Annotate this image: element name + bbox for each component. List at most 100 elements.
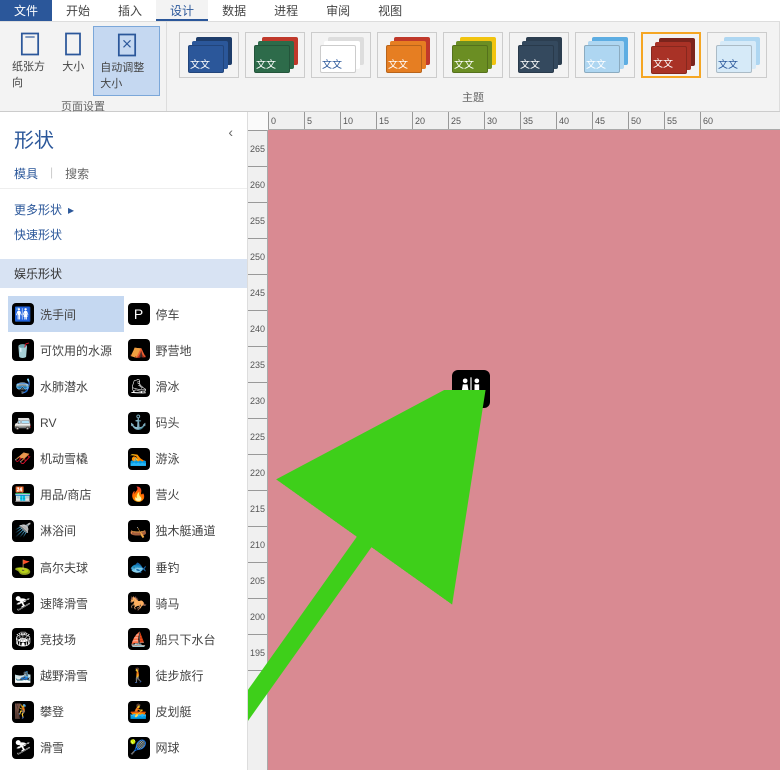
size-label: 大小 [62, 58, 84, 74]
shape-icon: 🏪 [12, 484, 34, 506]
shape-icon: 🛶 [128, 520, 150, 542]
quick-shapes-link[interactable]: 快速形状 [14, 222, 233, 247]
theme-item-2[interactable]: 文文 [311, 32, 371, 78]
drawing-canvas[interactable] [268, 130, 780, 770]
ruler-vertical: 2652602552502452402352302252202152102052… [248, 130, 268, 770]
orientation-button[interactable]: 纸张方向 [6, 26, 53, 94]
shape-label: 码头 [156, 414, 180, 431]
shape-item-19[interactable]: ⛵船只下水台 [124, 621, 240, 657]
theme-item-7[interactable]: 文文 [641, 32, 701, 78]
shape-item-0[interactable]: 🚻洗手间 [8, 296, 124, 332]
shape-item-10[interactable]: 🏪用品/商店 [8, 477, 124, 513]
ruler-h-tick: 60 [700, 112, 736, 129]
shapes-panel: 形状 ‹ 模具 | 搜索 更多形状 ▸ 快速形状 娱乐形状 🚻洗手间P停车🥤可饮… [0, 112, 248, 770]
tab-insert[interactable]: 插入 [104, 0, 156, 21]
shape-label: 皮划艇 [156, 703, 192, 720]
shape-item-25[interactable]: 🎾网球 [124, 730, 240, 766]
tab-review[interactable]: 审阅 [312, 0, 364, 21]
shape-item-15[interactable]: 🐟垂钓 [124, 549, 240, 585]
shape-item-18[interactable]: 🏟竞技场 [8, 621, 124, 657]
shape-item-23[interactable]: 🚣 皮划艇 [124, 694, 240, 730]
shape-item-3[interactable]: ⛺野营地 [124, 332, 240, 368]
theme-item-5[interactable]: 文文 [509, 32, 569, 78]
theme-item-6[interactable]: 文文 [575, 32, 635, 78]
shape-item-1[interactable]: P停车 [124, 296, 240, 332]
shape-label: 徒步旅行 [156, 667, 204, 684]
ruler-v-tick: 260 [248, 166, 267, 202]
shape-item-4[interactable]: 🤿 水肺潜水 [8, 368, 124, 404]
shape-icon: 🚣 [128, 701, 150, 723]
shape-item-16[interactable]: ⛷速降滑雪 [8, 585, 124, 621]
shape-item-21[interactable]: 🚶徒步旅行 [124, 658, 240, 694]
shape-item-5[interactable]: ⛸滑冰 [124, 368, 240, 404]
shape-grid: 🚻洗手间P停车🥤可饮用的水源⛺野营地 🤿 水肺潜水 ⛸滑冰🚐RV⚓码头🛷机动雪橇🏊游泳… [0, 292, 247, 770]
tab-file[interactable]: 文件 [0, 0, 52, 21]
theme-item-3[interactable]: 文文 [377, 32, 437, 78]
restroom-icon [457, 375, 485, 403]
shape-icon: 🤿 [12, 375, 34, 397]
themes-label: 主题 [462, 87, 484, 107]
shape-label: 可饮用的水源 [40, 342, 112, 359]
shape-item-14[interactable]: ⛳ 高尔夫球 [8, 549, 124, 585]
shape-item-6[interactable]: 🚐RV [8, 404, 124, 440]
ruler-h-tick: 45 [592, 112, 628, 129]
shape-icon: 🛷 [12, 448, 34, 470]
category-header[interactable]: 娱乐形状 [0, 259, 247, 288]
chevron-right-icon: ▸ [68, 203, 74, 217]
shape-icon: 🚿 [12, 520, 34, 542]
shape-icon: 🚻 [12, 303, 34, 325]
subnav-stencils[interactable]: 模具 [14, 165, 38, 182]
shape-item-2[interactable]: 🥤可饮用的水源 [8, 332, 124, 368]
shape-item-13[interactable]: 🛶独木艇通道 [124, 513, 240, 549]
theme-item-4[interactable]: 文文 [443, 32, 503, 78]
ruler-h-tick: 25 [448, 112, 484, 129]
shape-item-20[interactable]: 🎿越野滑雪 [8, 658, 124, 694]
shape-item-12[interactable]: 🚿 淋浴间 [8, 513, 124, 549]
ruler-v-tick: 245 [248, 274, 267, 310]
ruler-v-tick: 205 [248, 562, 267, 598]
page-size-icon [59, 30, 87, 58]
subnav-search[interactable]: 搜索 [65, 165, 89, 182]
shape-icon: ⛵ [128, 628, 150, 650]
shape-label: 野营地 [156, 342, 192, 359]
shape-item-17[interactable]: 🐎骑马 [124, 585, 240, 621]
ruler-v-tick: 200 [248, 598, 267, 634]
shape-item-9[interactable]: 🏊游泳 [124, 441, 240, 477]
shape-item-11[interactable]: 🔥营火 [124, 477, 240, 513]
shape-item-24[interactable]: ⛷滑雪 [8, 730, 124, 766]
tab-process[interactable]: 进程 [260, 0, 312, 21]
theme-item-8[interactable]: 文文 [707, 32, 767, 78]
shape-icon: ⛳ [12, 556, 34, 578]
tab-data[interactable]: 数据 [208, 0, 260, 21]
tab-view[interactable]: 视图 [364, 0, 416, 21]
more-shapes-link[interactable]: 更多形状 ▸ [14, 197, 233, 222]
shape-item-22[interactable]: 🧗攀登 [8, 694, 124, 730]
ruler-h-tick: 55 [664, 112, 700, 129]
shape-label: 高尔夫球 [40, 559, 88, 576]
autofit-button[interactable]: 自动调整大小 [93, 26, 160, 96]
theme-item-0[interactable]: 文文 [179, 32, 239, 78]
shape-label: RV [40, 416, 56, 430]
shape-label: 水肺潜水 [40, 378, 88, 395]
shape-label: 网球 [156, 739, 180, 756]
collapse-icon[interactable]: ‹ [228, 124, 233, 140]
shape-item-8[interactable]: 🛷机动雪橇 [8, 441, 124, 477]
tab-design[interactable]: 设计 [156, 0, 208, 21]
shape-label: 游泳 [156, 450, 180, 467]
theme-item-1[interactable]: 文文 [245, 32, 305, 78]
tab-home[interactable]: 开始 [52, 0, 104, 21]
shape-label: 速降滑雪 [40, 595, 88, 612]
ruler-h-tick: 5 [304, 112, 340, 129]
ruler-v-tick: 190 [248, 670, 267, 706]
size-button[interactable]: 大小 [53, 26, 93, 78]
shape-label: 淋浴间 [40, 522, 76, 539]
ruler-v-tick: 255 [248, 202, 267, 238]
shape-icon: 🧗 [12, 701, 34, 723]
shape-item-7[interactable]: ⚓码头 [124, 404, 240, 440]
more-shapes-label: 更多形状 [14, 201, 62, 218]
panel-subnav: 模具 | 搜索 [0, 159, 247, 189]
ruler-v-tick: 225 [248, 418, 267, 454]
ruler-h-tick: 35 [520, 112, 556, 129]
ruler-v-tick: 235 [248, 346, 267, 382]
dropped-restroom-shape[interactable] [452, 370, 490, 408]
